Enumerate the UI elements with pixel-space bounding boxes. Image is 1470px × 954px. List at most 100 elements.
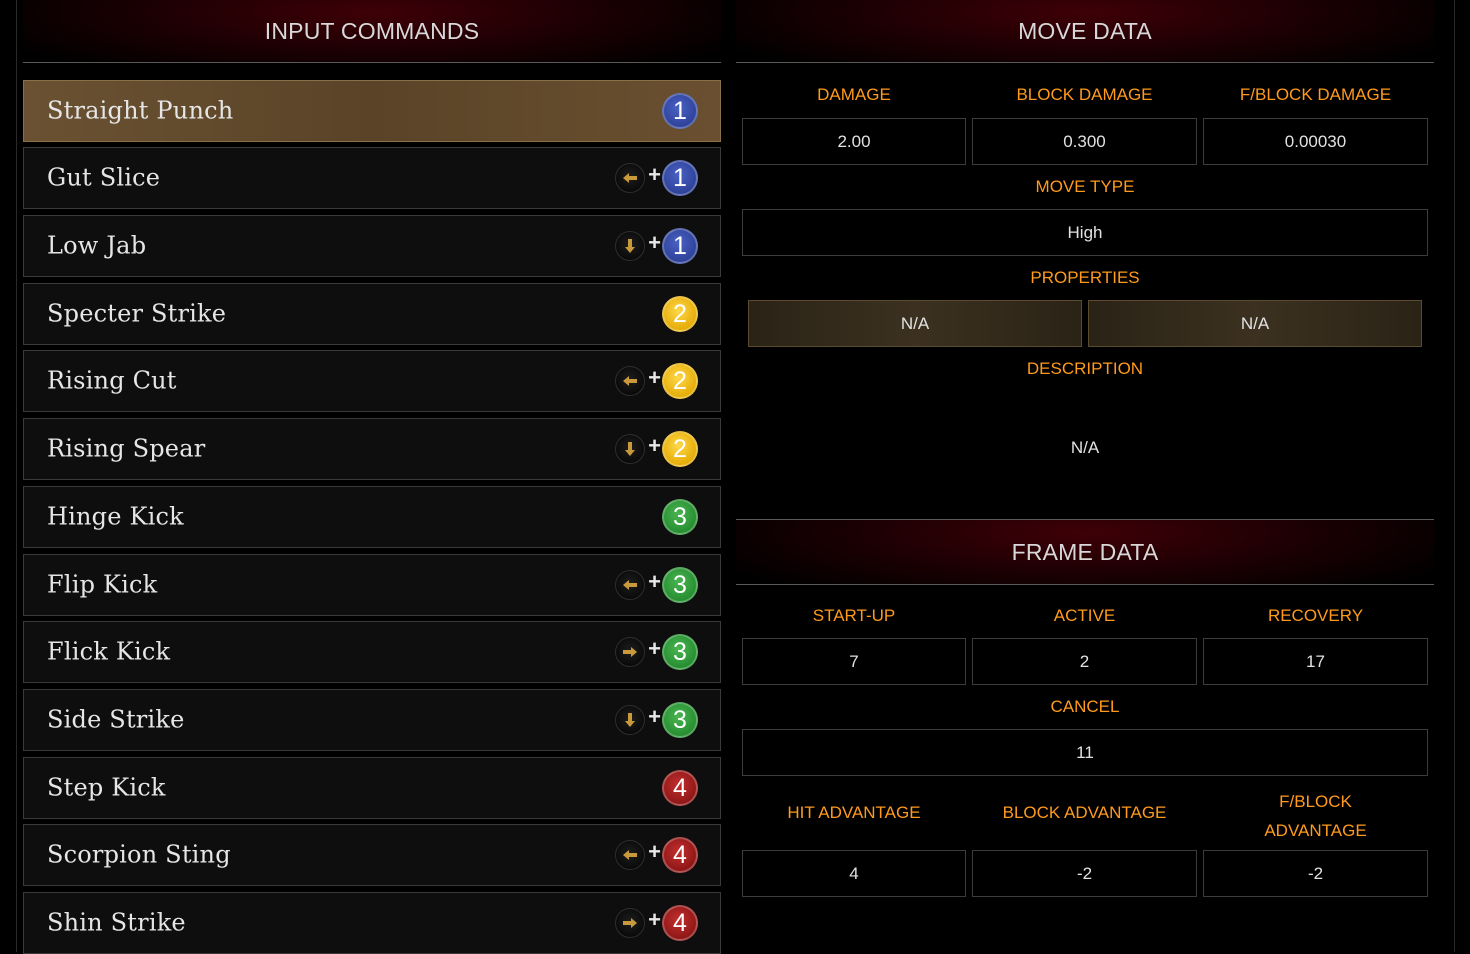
arrow-down-icon [615,705,646,735]
plus-sign: + [648,839,661,864]
frame-data-title: FRAME DATA [1011,538,1159,565]
active-value: 2 [972,638,1197,685]
move-command: 3 [662,499,698,535]
move-row[interactable]: Side Strike +3 [23,689,721,751]
move-type-label: MOVE TYPE [1035,177,1135,196]
button-3-icon: 3 [662,634,698,670]
fblock-advantage-value: -2 [1203,850,1428,897]
input-commands-header: INPUT COMMANDS [23,0,721,63]
button-3-icon: 3 [662,499,698,535]
move-command: +2 [615,431,698,467]
button-1-icon: 1 [662,228,698,264]
description-label: DESCRIPTION [1026,359,1144,378]
button-2-icon: 2 [662,431,698,467]
move-command: 4 [662,770,698,806]
plus-sign: + [648,162,661,187]
arrow-right-icon [615,637,646,667]
fblock-advantage-label: F/BLOCK ADVANTAGE [1203,787,1428,845]
plus-sign: + [648,704,661,729]
move-row[interactable]: Straight Punch 1 [23,80,721,142]
move-name: Low Jab [47,231,147,260]
move-command: +1 [615,228,698,264]
move-name: Rising Spear [47,434,206,463]
move-name: Specter Strike [47,299,227,328]
move-name: Flick Kick [47,637,171,666]
move-row[interactable]: Shin Strike +4 [23,892,721,954]
move-command: +3 [615,567,698,603]
property-2: N/A [1088,300,1422,347]
move-command: +3 [615,634,698,670]
move-type-value: High [742,209,1428,256]
move-name: Flip Kick [47,570,158,599]
arrow-down-icon [615,434,646,464]
move-name: Hinge Kick [47,502,184,531]
arrow-left-icon [615,163,646,193]
move-command: +4 [615,837,698,873]
input-commands-title: INPUT COMMANDS [264,17,480,44]
move-command: 1 [662,93,698,129]
move-row[interactable]: Step Kick 4 [23,757,721,819]
move-command: 2 [662,296,698,332]
active-label: ACTIVE [1053,606,1116,625]
move-row[interactable]: Rising Spear +2 [23,418,721,480]
button-3-icon: 3 [662,567,698,603]
block-advantage-value: -2 [972,850,1197,897]
property-1: N/A [748,300,1082,347]
description-text: N/A [1070,438,1100,457]
fblock-damage-value: 0.00030 [1203,118,1428,165]
move-row[interactable]: Rising Cut +2 [23,350,721,412]
recovery-value: 17 [1203,638,1428,685]
move-command: +2 [615,363,698,399]
move-command: +1 [615,160,698,196]
move-name: Scorpion Sting [47,840,231,869]
button-1-icon: 1 [662,160,698,196]
cancel-value: 11 [742,729,1428,776]
move-name: Shin Strike [47,908,186,937]
frame-data-header: FRAME DATA [736,519,1434,585]
plus-sign: + [648,569,661,594]
arrow-right-icon [615,908,646,938]
plus-sign: + [648,636,661,661]
move-row[interactable]: Low Jab +1 [23,215,721,277]
button-2-icon: 2 [662,296,698,332]
hit-advantage-value: 4 [742,850,966,897]
move-name: Step Kick [47,773,166,802]
move-row[interactable]: Specter Strike 2 [23,283,721,345]
button-2-icon: 2 [662,363,698,399]
move-row[interactable]: Hinge Kick 3 [23,486,721,548]
hit-advantage-label: HIT ADVANTAGE [787,803,921,822]
move-name: Rising Cut [47,366,177,395]
button-4-icon: 4 [662,837,698,873]
move-row[interactable]: Scorpion Sting +4 [23,824,721,886]
properties-label: PROPERTIES [1030,268,1140,287]
startup-value: 7 [742,638,966,685]
button-1-icon: 1 [662,93,698,129]
plus-sign: + [648,907,661,932]
move-name: Straight Punch [47,96,234,125]
button-4-icon: 4 [662,770,698,806]
move-data-title: MOVE DATA [1018,17,1152,44]
block-damage-label: BLOCK DAMAGE [1016,85,1153,104]
plus-sign: + [648,433,661,458]
startup-label: START-UP [812,606,896,625]
move-data-header: MOVE DATA [736,0,1434,63]
button-3-icon: 3 [662,702,698,738]
move-name: Gut Slice [47,163,161,192]
move-command: +4 [615,905,698,941]
arrow-left-icon [615,840,646,870]
cancel-label: CANCEL [1050,697,1120,716]
move-name: Side Strike [47,705,185,734]
move-row[interactable]: Flip Kick +3 [23,554,721,616]
damage-label: DAMAGE [817,85,891,104]
plus-sign: + [648,365,661,390]
move-row[interactable]: Flick Kick +3 [23,621,721,683]
damage-value: 2.00 [742,118,966,165]
block-advantage-label: BLOCK ADVANTAGE [1002,803,1167,822]
fblock-advantage-label-line1: F/BLOCK [1279,792,1352,811]
arrow-left-icon [615,570,646,600]
move-command: +3 [615,702,698,738]
arrow-down-icon [615,231,646,261]
arrow-left-icon [615,366,646,396]
recovery-label: RECOVERY [1267,606,1364,625]
move-row[interactable]: Gut Slice +1 [23,147,721,209]
